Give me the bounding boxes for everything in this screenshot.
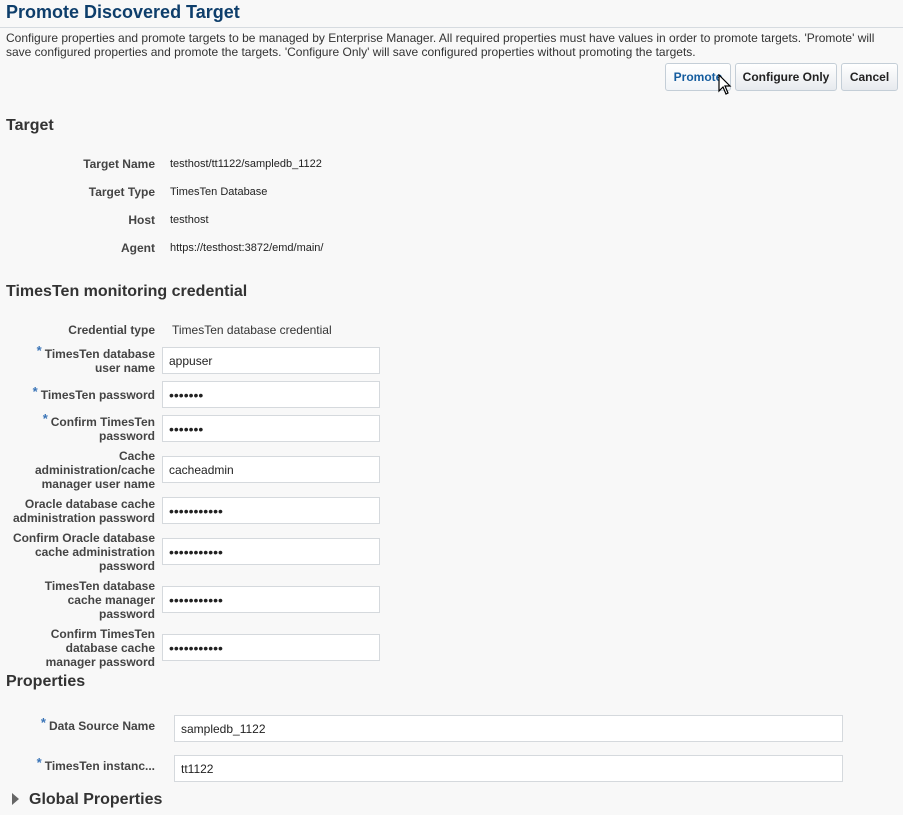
cache-manager-password-label: TimesTen database cache manager password bbox=[44, 579, 155, 621]
confirm-cache-manager-password-label: Confirm TimesTen database cache manager … bbox=[45, 627, 155, 669]
timesten-instance-label: * TimesTen instanc... bbox=[36, 755, 155, 774]
timesten-password-input[interactable]: ••••••• bbox=[162, 381, 380, 408]
required-marker: * bbox=[36, 755, 42, 770]
mouse-pointer-icon bbox=[718, 74, 732, 95]
required-marker: * bbox=[36, 343, 42, 358]
data-source-name-input[interactable]: sampledb_1122 bbox=[174, 715, 843, 742]
title-divider bbox=[0, 27, 903, 28]
agent-value: https://testhost:3872/emd/main/ bbox=[170, 242, 324, 254]
target-name-value: testhost/tt1122/sampledb_1122 bbox=[170, 158, 322, 170]
agent-label: Agent bbox=[121, 241, 155, 255]
credential-section-heading: TimesTen monitoring credential bbox=[6, 283, 248, 300]
required-marker: * bbox=[40, 715, 46, 730]
timesten-user-input[interactable]: appuser bbox=[162, 347, 380, 374]
credential-type-value: TimesTen database credential bbox=[172, 323, 332, 337]
promote-target-page: Promote Discovered Target Configure prop… bbox=[0, 0, 903, 815]
target-section-heading: Target bbox=[6, 117, 54, 134]
host-label: Host bbox=[128, 213, 155, 227]
confirm-oracle-cache-admin-password-label: Confirm Oracle database cache administra… bbox=[12, 531, 155, 573]
oracle-cache-admin-password-input[interactable]: ••••••••••• bbox=[162, 497, 380, 524]
confirm-timesten-password-input[interactable]: ••••••• bbox=[162, 415, 380, 442]
host-value: testhost bbox=[170, 214, 209, 226]
data-source-name-label: * Data Source Name bbox=[40, 715, 155, 734]
confirm-timesten-password-label: * Confirm TimesTen password bbox=[42, 411, 155, 444]
credential-type-label: Credential type bbox=[68, 323, 155, 337]
required-marker: * bbox=[42, 411, 48, 426]
oracle-cache-admin-password-label: Oracle database cache administration pas… bbox=[12, 497, 155, 525]
cache-manager-password-input[interactable]: ••••••••••• bbox=[162, 586, 380, 613]
page-description: Configure properties and promote targets… bbox=[6, 31, 875, 59]
required-marker: * bbox=[32, 384, 38, 399]
confirm-cache-manager-password-input[interactable]: ••••••••••• bbox=[162, 634, 380, 661]
target-type-value: TimesTen Database bbox=[170, 186, 268, 198]
target-type-label: Target Type bbox=[88, 185, 155, 199]
cache-admin-user-label: Cache administration/cache manager user … bbox=[34, 449, 155, 491]
cancel-button[interactable]: Cancel bbox=[841, 63, 898, 91]
confirm-oracle-cache-admin-password-input[interactable]: ••••••••••• bbox=[162, 538, 380, 565]
configure-only-button[interactable]: Configure Only bbox=[735, 63, 837, 91]
expand-triangle-icon[interactable] bbox=[12, 793, 19, 805]
global-properties-heading[interactable]: Global Properties bbox=[29, 791, 162, 809]
page-title: Promote Discovered Target bbox=[6, 2, 240, 22]
target-name-label: Target Name bbox=[83, 157, 155, 171]
timesten-password-label: * TimesTen password bbox=[32, 384, 155, 403]
timesten-instance-input[interactable]: tt1122 bbox=[174, 755, 843, 782]
properties-section-heading: Properties bbox=[6, 673, 86, 690]
cache-admin-user-input[interactable]: cacheadmin bbox=[162, 456, 380, 483]
timesten-user-label: * TimesTen database user name bbox=[36, 343, 155, 376]
